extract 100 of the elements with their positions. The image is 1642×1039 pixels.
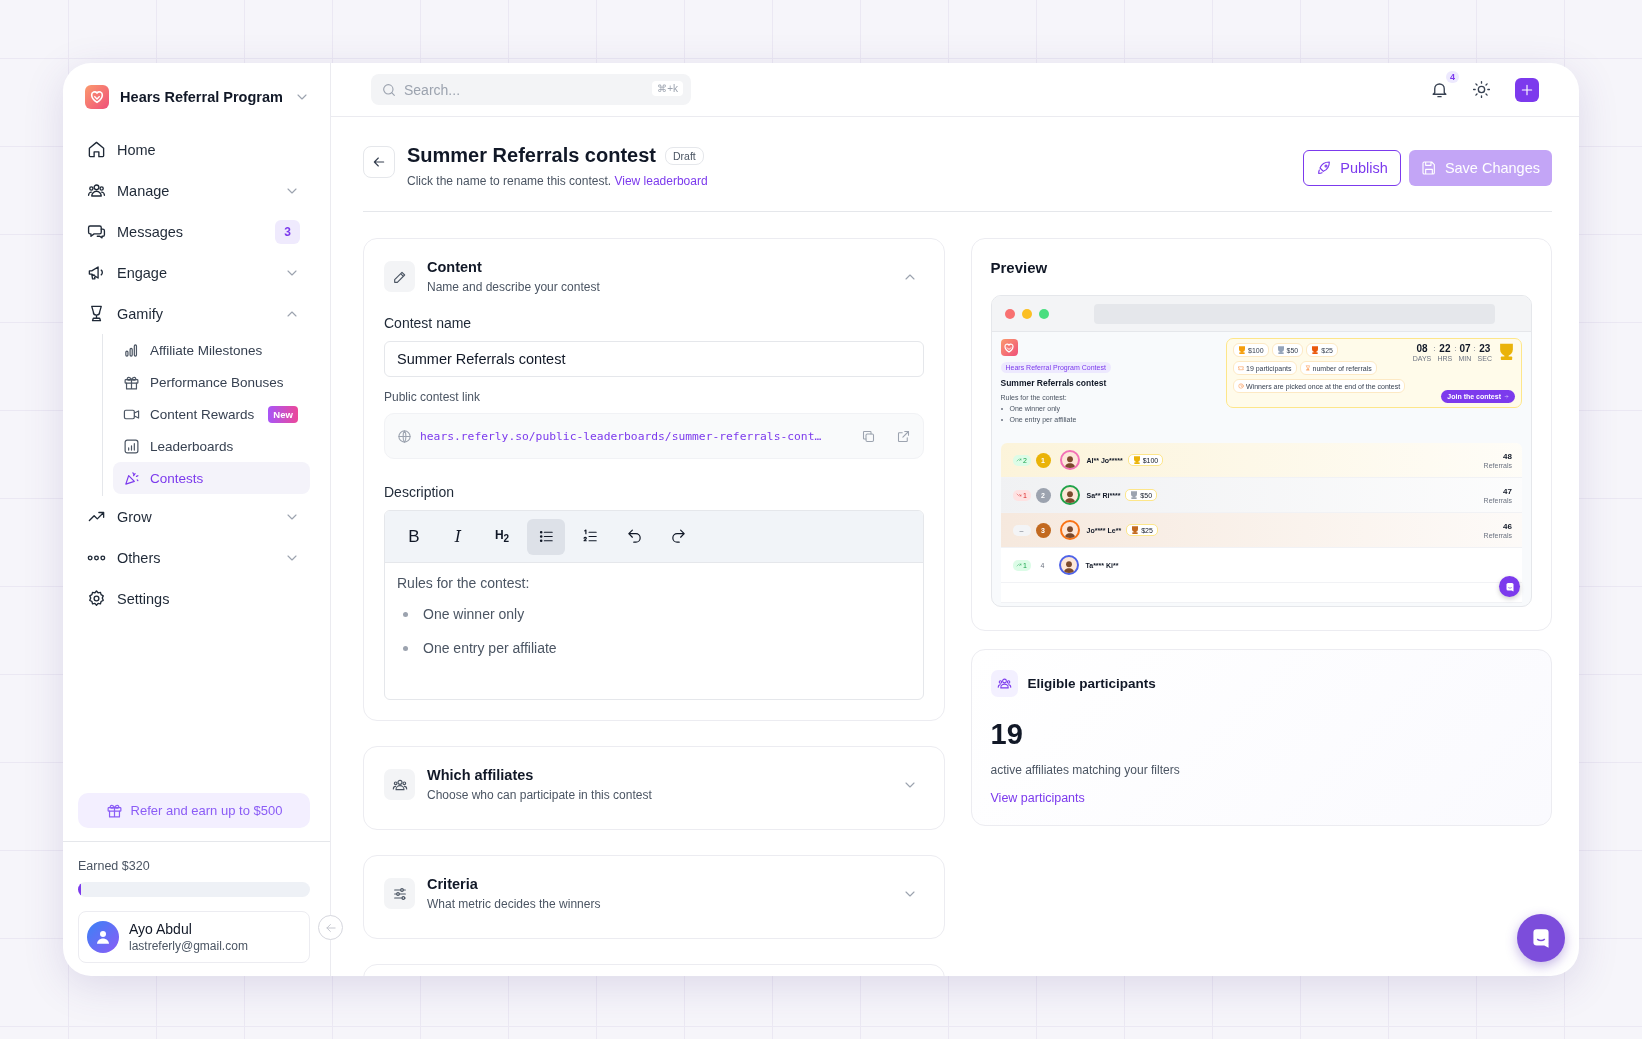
add-button[interactable]: [1515, 77, 1539, 102]
nav-subitem[interactable]: Performance Bonuses: [113, 366, 310, 398]
referral-count: 47: [1502, 486, 1512, 496]
copy-icon: [860, 428, 876, 444]
section-subtitle: Choose who can participate in this contest: [427, 788, 653, 802]
sun-icon: [1472, 80, 1491, 99]
gift-icon: [105, 802, 123, 819]
countdown-separator: :: [1433, 343, 1436, 354]
megaphone-icon: [87, 263, 106, 282]
sliders-icon: [391, 885, 408, 902]
italic-button[interactable]: I: [439, 518, 477, 555]
user-name: Ayo Abdul: [129, 921, 193, 937]
contest-name-field[interactable]: Summer Referrals contest: [384, 341, 924, 377]
rocket-icon: [1316, 160, 1333, 176]
globe-icon: [397, 428, 412, 444]
arrow-left-icon: [371, 154, 387, 170]
trend-up-icon: [1016, 457, 1023, 463]
nav-item[interactable]: Manage: [77, 170, 310, 211]
nav-subitem[interactable]: Affiliate Milestones: [113, 334, 310, 366]
field-label: Contest name: [384, 315, 472, 331]
bold-button[interactable]: B: [395, 518, 433, 555]
shortcut-hint: ⌘+k: [652, 81, 683, 96]
referral-count: 46: [1502, 521, 1512, 531]
window-dot-icon: [1004, 308, 1015, 319]
trend-up-icon: [1016, 562, 1023, 568]
count-badge: 3: [275, 219, 300, 244]
heading-button[interactable]: H$_{2}$: [483, 518, 521, 555]
trophy-icon: [1131, 526, 1140, 534]
leaderboard-link[interactable]: View leaderboard: [614, 174, 708, 188]
chart-icon: [123, 437, 140, 455]
nav-subitem[interactable]: Leaderboards: [113, 430, 310, 462]
window-dot-icon: [1038, 308, 1049, 319]
nav-item[interactable]: Gamify: [77, 293, 310, 334]
count-caption: active affiliates matching your filters: [990, 763, 1181, 777]
trend-down-icon: [1016, 492, 1023, 498]
settings-icon: [87, 589, 106, 608]
section-title: Which affiliates: [427, 767, 535, 783]
field-label: Description: [384, 484, 455, 500]
bullet-item: One entry per affiliate: [397, 640, 911, 656]
notification-count: 4: [1446, 71, 1459, 83]
trophy-icon: [1304, 365, 1311, 371]
nav-item[interactable]: Messages 3: [77, 211, 310, 252]
contest-title: Summer Referrals contest: [1000, 378, 1108, 388]
notifications-button[interactable]: [1430, 80, 1449, 99]
nav-item[interactable]: Others: [77, 537, 310, 578]
arrow-right-icon: [1504, 394, 1509, 399]
party-popper-icon: [123, 469, 140, 487]
countdown-value: 23: [1478, 343, 1492, 354]
avatar-icon: [1059, 450, 1080, 470]
contest-title[interactable]: Summer Referrals contest: [407, 144, 656, 167]
user-email: lastreferly@gmail.com: [129, 939, 248, 953]
refer-button[interactable]: Refer and earn up to $500: [78, 793, 310, 828]
section-subtitle: Name and describe your contest: [427, 280, 601, 294]
field-label: Public contest link: [384, 390, 481, 404]
home-icon: [87, 140, 106, 159]
view-participants-link[interactable]: View participants: [990, 791, 1085, 805]
rename-hint: Click the name to rename this contest. View leaderboard: [407, 174, 709, 188]
theme-toggle[interactable]: [1472, 80, 1491, 99]
chat-button[interactable]: [1517, 914, 1565, 962]
description-text: Rules for the contest:: [397, 575, 531, 591]
bar-chart-icon: [123, 341, 140, 359]
section-header[interactable]: Content Name and describe your contest: [364, 239, 944, 294]
participant-count: 19: [990, 718, 1023, 751]
nav-item[interactable]: Home: [77, 129, 310, 170]
logo-icon: [1000, 339, 1018, 356]
chat-icon: [87, 222, 106, 241]
people-icon: [996, 676, 1012, 691]
dots-icon: [87, 554, 106, 561]
workspace-switcher[interactable]: Hears Referral Program: [85, 85, 310, 109]
logo-icon: [85, 85, 109, 109]
bullet-list-button[interactable]: [527, 518, 565, 555]
avatar-icon: [1059, 485, 1080, 505]
nav-item[interactable]: Settings: [77, 578, 310, 619]
trophy-icon: [1130, 491, 1139, 499]
trophy-icon: [1132, 456, 1141, 464]
nav-item[interactable]: Engage: [77, 252, 310, 293]
back-button[interactable]: [363, 146, 395, 178]
avatar-icon: [87, 921, 119, 953]
people-icon: [87, 181, 106, 200]
status-badge: Draft: [665, 146, 704, 165]
search-icon: [381, 82, 397, 98]
nav-item[interactable]: Grow: [77, 496, 310, 537]
section-subtitle: What metric decides the winners: [427, 897, 602, 911]
bullet-item: One winner only: [397, 606, 911, 622]
avatar-icon: [1059, 520, 1080, 540]
nav-subitem[interactable]: Content Rewards New: [113, 398, 310, 430]
section-title: Criteria: [427, 876, 479, 892]
publish-button[interactable]: Publish: [1303, 150, 1401, 186]
external-link-icon: [895, 428, 911, 444]
user-card[interactable]: Ayo Abdul lastreferly@gmail.com: [78, 911, 310, 963]
nav-subitem[interactable]: Contests: [113, 462, 310, 494]
bullet-list-icon: [537, 528, 555, 545]
redo-icon: [669, 528, 687, 545]
description-editor[interactable]: B I H$_{2}$ Rules for the contest: One winner only One entry per affiliate: [384, 510, 924, 700]
undo-icon: [625, 528, 643, 545]
ticket-icon: [1238, 365, 1244, 371]
countdown-value: 08: [1415, 343, 1429, 354]
clock-icon: [1238, 383, 1244, 389]
section-title: Content: [427, 259, 483, 275]
window-dot-icon: [1021, 308, 1032, 319]
